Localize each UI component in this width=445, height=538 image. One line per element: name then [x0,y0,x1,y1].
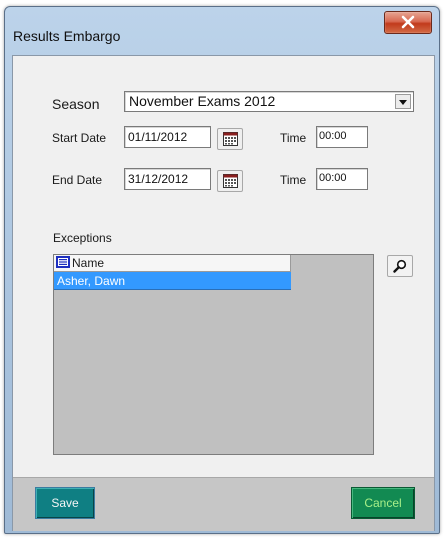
season-value: November Exams 2012 [129,93,276,109]
calendar-icon [223,132,238,146]
start-time-label: Time [280,131,307,145]
column-header-name[interactable]: Name [54,255,291,272]
chevron-down-icon[interactable] [395,94,411,109]
row-name: Asher, Dawn [57,274,126,288]
start-date-value: 01/11/2012 [128,130,188,144]
table-row[interactable]: Asher, Dawn [54,272,291,290]
exceptions-label: Exceptions [53,231,112,245]
button-bar: Save Cancel [13,477,434,531]
search-button[interactable] [387,255,413,277]
column-header-label: Name [72,256,105,270]
search-icon [393,259,407,273]
title-bar[interactable]: Results Embargo [5,7,439,55]
calendar-icon [223,174,238,188]
save-button[interactable]: Save [35,487,95,519]
season-select[interactable]: November Exams 2012 [124,91,414,112]
start-time-field[interactable]: 00:00 [316,126,368,148]
results-embargo-window: Results Embargo Season November Exams 20… [4,6,440,534]
end-date-field[interactable]: 31/12/2012 [124,168,211,190]
list-column-icon [56,256,70,268]
end-date-label: End Date [52,173,103,187]
start-time-value: 00:00 [319,130,347,142]
window-title: Results Embargo [13,28,121,44]
start-date-label: Start Date [52,131,107,145]
start-date-field[interactable]: 01/11/2012 [124,126,211,148]
cancel-button[interactable]: Cancel [351,487,415,519]
end-time-field[interactable]: 00:00 [316,168,368,190]
end-time-label: Time [280,173,307,187]
start-date-calendar-button[interactable] [217,128,243,150]
dialog-body: Season November Exams 2012 Start Date 01… [12,55,435,531]
close-icon [401,15,415,29]
end-date-calendar-button[interactable] [217,170,243,192]
exceptions-list[interactable]: Name Asher, Dawn [53,254,374,455]
season-label: Season [52,96,100,112]
end-time-value: 00:00 [319,172,347,184]
end-date-value: 31/12/2012 [128,172,189,186]
close-button[interactable] [384,11,432,34]
